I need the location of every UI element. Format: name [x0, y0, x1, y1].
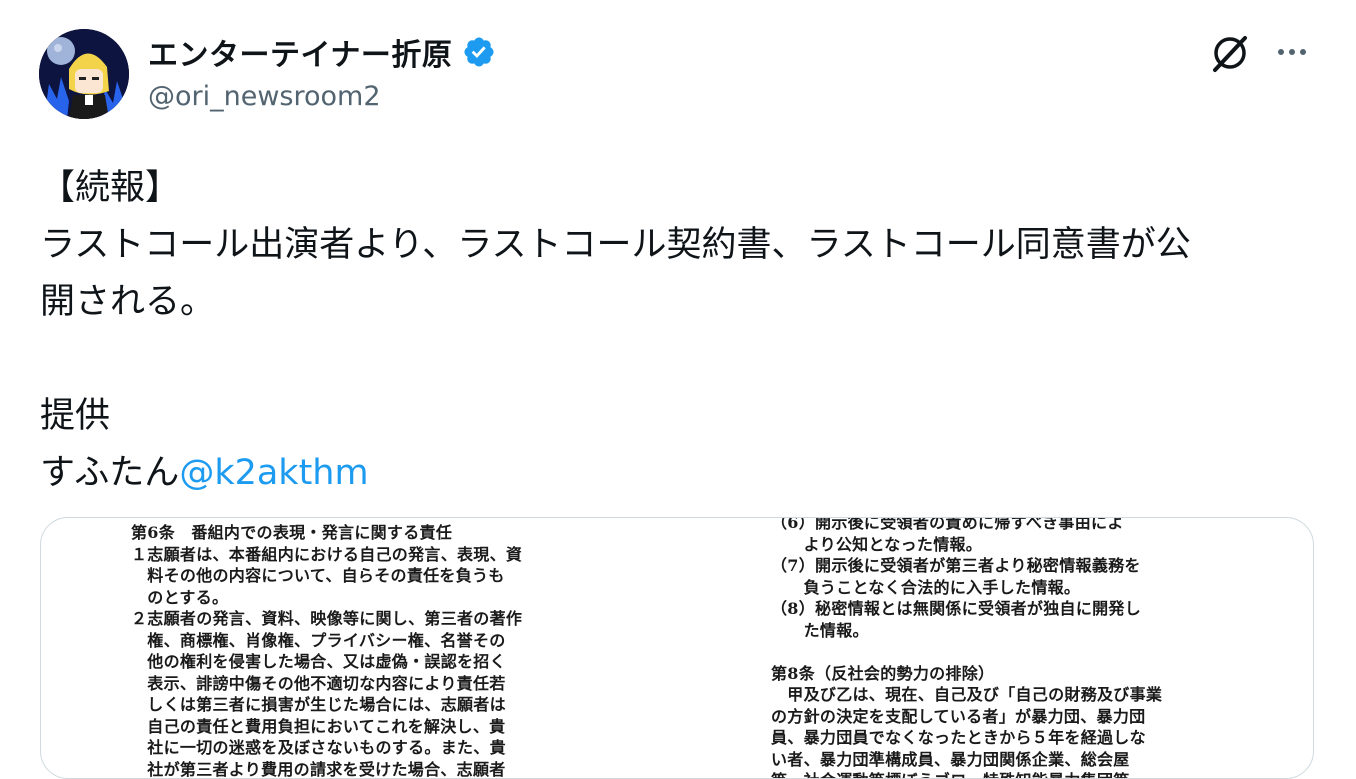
document-text-line: 負うことなく合法的に入手した情報。: [771, 577, 1162, 599]
tweet-line: すふたん@k2akthm: [40, 445, 1330, 502]
document-text-line: 表示、誹謗中傷その他不適切な内容により責任若: [131, 673, 522, 695]
more-options-icon[interactable]: [1274, 38, 1310, 66]
tweet-line: 提供: [40, 388, 1330, 445]
document-text-line: の方針の決定を支配している者」が暴力団、暴力団: [771, 706, 1162, 728]
document-text-line: しくは第三者に損害が生じた場合には、志願者は: [131, 694, 522, 716]
verified-badge-icon: [462, 35, 496, 69]
attached-image[interactable]: 第6条 番組内での表現・発言に関する責任１志願者は、本番組内における自己の発言、…: [40, 517, 1314, 779]
document-text-line: い者、暴力団準構成員、暴力団関係企業、総会屋: [771, 749, 1162, 771]
document-text-line: 第8条（反社会的勢力の排除）: [771, 663, 1162, 685]
document-text-line: のとする。: [131, 587, 522, 609]
document-text-line: （7）開示後に受領者が第三者より秘密情報義務を: [771, 555, 1162, 577]
document-text-line: 社に一切の迷惑を及ぼさないものする。また、貴: [131, 737, 522, 759]
author-handle[interactable]: @ori_newsroom2: [148, 81, 381, 112]
document-text-line: ２志願者の発言、資料、映像等に関し、第三者の著作: [131, 608, 522, 630]
document-text-line: （8）秘密情報とは無関係に受領者が独自に開発し: [771, 598, 1162, 620]
contract-left-column: 第6条 番組内での表現・発言に関する責任１志願者は、本番組内における自己の発言、…: [131, 522, 522, 779]
tweet-line: ラストコール出演者より、ラストコール契約書、ラストコール同意書が公: [40, 217, 1330, 274]
document-text-line: 第6条 番組内での表現・発言に関する責任: [131, 522, 522, 544]
document-text-line: た情報。: [771, 620, 1162, 642]
document-text-line: １志願者は、本番組内における自己の発言、表現、資: [131, 544, 522, 566]
document-text-line: 甲及び乙は、現在、自己及び「自己の財務及び事業: [771, 684, 1162, 706]
document-text-line: [771, 641, 1162, 663]
document-text-line: 自己の責任と費用負担においてこれを解決し、貴: [131, 716, 522, 738]
author-name-text: エンターテイナー折原: [148, 30, 452, 74]
tweet-line: 【続報】: [40, 160, 1330, 217]
tweet-body: 【続報】 ラストコール出演者より、ラストコール契約書、ラストコール同意書が公 開…: [40, 160, 1330, 502]
user-avatar-icon: [39, 29, 129, 119]
document-text-line: 料その他の内容について、自らその責任を負うも: [131, 565, 522, 587]
tweet-credit-text: すふたん: [40, 453, 179, 493]
grok-icon[interactable]: [1209, 32, 1251, 74]
document-text-line: 等、社会運動等標ぼうゴロ、特殊知能暴力集団等、: [771, 770, 1162, 779]
contract-right-column: （6）開示後に受領者の責めに帰すべき事由によ より公知となった情報。（7）開示後…: [771, 517, 1162, 779]
document-text-line: より公知となった情報。: [771, 534, 1162, 556]
document-text-line: 他の権利を侵害した場合、又は虚偽・誤認を招く: [131, 651, 522, 673]
document-text-line: 権、商標権、肖像権、プライバシー権、名誉その: [131, 630, 522, 652]
tweet-line: 開される。: [40, 274, 1330, 331]
document-text-line: （6）開示後に受領者の責めに帰すべき事由によ: [771, 517, 1162, 534]
user-avatar[interactable]: [39, 29, 129, 119]
mention-link[interactable]: @k2akthm: [179, 453, 368, 493]
author-display-name[interactable]: エンターテイナー折原: [148, 30, 496, 74]
document-text-line: 社が第三者より費用の請求を受けた場合、志願者: [131, 759, 522, 779]
